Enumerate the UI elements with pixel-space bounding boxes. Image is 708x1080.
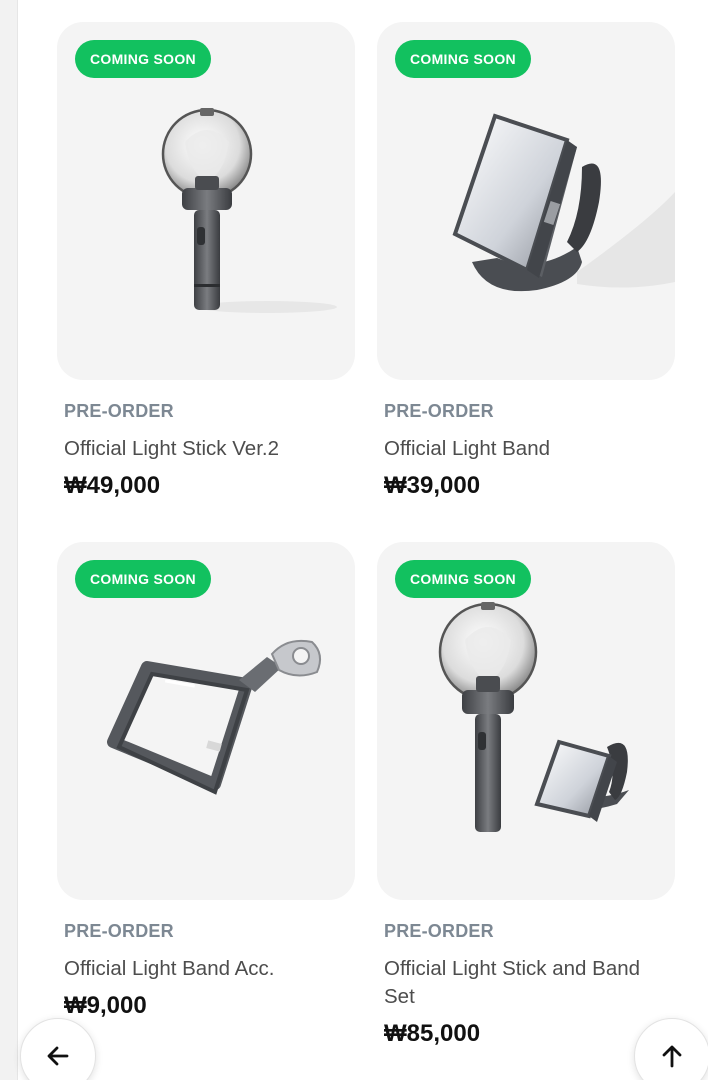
arrow-left-icon	[47, 1046, 69, 1066]
product-card-light-stick[interactable]: COMING SOON PRE-ORDER Official Light Sti…	[57, 22, 355, 542]
product-name[interactable]: Official Light Band Acc.	[64, 955, 354, 983]
product-card-light-band-acc[interactable]: COMING SOON PRE-ORDER Official Light Ban…	[57, 542, 355, 1062]
product-thumbnail[interactable]: COMING SOON	[57, 542, 355, 900]
product-thumbnail[interactable]: COMING SOON	[57, 22, 355, 380]
left-edge-strip	[0, 0, 18, 1080]
scroll-to-top-button[interactable]	[634, 1018, 708, 1080]
pre-order-tag: PRE-ORDER	[384, 921, 494, 941]
product-price: ₩39,000	[384, 472, 481, 499]
product-price: ₩9,000	[64, 992, 147, 1019]
product-name[interactable]: Official Light Stick Ver.2	[64, 435, 354, 463]
product-name[interactable]: Official Light Stick and Band Set	[384, 955, 674, 1011]
arrow-up-icon	[662, 1045, 682, 1068]
product-price: ₩85,000	[384, 1020, 481, 1047]
product-list-page: COMING SOON PRE-ORDER Official Light Sti…	[0, 0, 708, 1080]
product-price: ₩49,000	[64, 472, 161, 499]
product-thumbnail[interactable]: COMING SOON	[377, 22, 675, 380]
coming-soon-badge: COMING SOON	[75, 560, 211, 598]
coming-soon-badge: COMING SOON	[75, 40, 211, 78]
coming-soon-badge: COMING SOON	[395, 560, 531, 598]
pre-order-tag: PRE-ORDER	[64, 921, 174, 941]
product-card-set[interactable]: COMING SOON PRE-ORDER Official Light Sti…	[377, 542, 675, 1062]
coming-soon-badge: COMING SOON	[395, 40, 531, 78]
product-card-light-band[interactable]: COMING SOON PRE-ORDER Official Light Ban…	[377, 22, 675, 542]
pre-order-tag: PRE-ORDER	[64, 401, 174, 421]
product-name[interactable]: Official Light Band	[384, 435, 674, 463]
pre-order-tag: PRE-ORDER	[384, 401, 494, 421]
product-thumbnail[interactable]: COMING SOON	[377, 542, 675, 900]
product-grid: COMING SOON PRE-ORDER Official Light Sti…	[57, 22, 677, 1062]
